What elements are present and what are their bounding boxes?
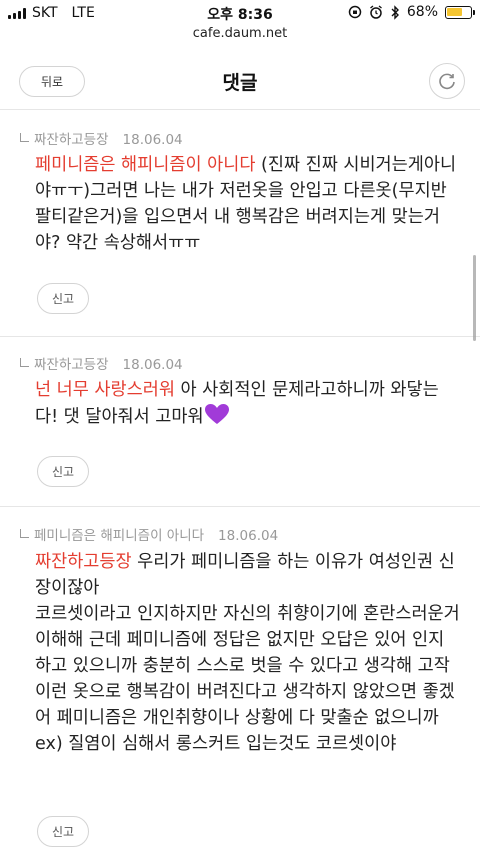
status-right: 68% (348, 4, 475, 20)
comment-meta: 짜잔하고등장 18.06.04 (20, 353, 183, 373)
comment-date: 18.06.04 (122, 132, 183, 148)
comment-body: 페미니즘은 해피니즘이 아니다 (진짜 진짜 시비거는게아니야ㅠㅜ)그러면 나는… (35, 152, 460, 256)
comment-author[interactable]: 페미니즘은 해피니즘이 아니다 (34, 528, 204, 544)
status-bar: SKT LTE 오후 8:36 68% (0, 0, 480, 26)
comment-body: 넌 너무 사랑스러워 아 사회적인 문제라고하니까 와닿는다! 댓 달아줘서 고… (35, 377, 460, 430)
report-button[interactable]: 신고 (37, 283, 89, 314)
comment-author[interactable]: 짜잔하고등장 (34, 357, 109, 373)
alarm-icon (369, 5, 382, 19)
battery-fill (447, 7, 462, 16)
comment-first-line: 짜잔하고등장 우리가 페미니즘을 하는 이유가 여성인권 신장이잖아 (35, 549, 460, 601)
comment-paragraph: 코르셋이라고 인지하지만 자신의 취향이기에 혼란스러운거 이해해 근데 페미니… (35, 604, 460, 728)
refresh-icon (439, 73, 455, 90)
comment-meta: 짜잔하고등장 18.06.04 (20, 128, 183, 148)
comment-meta: 페미니즘은 해피니즘이 아니다 18.06.04 (20, 524, 278, 544)
comment-date: 18.06.04 (122, 357, 183, 373)
comment-body: 짜잔하고등장 우리가 페미니즘을 하는 이유가 여성인권 신장이잖아 코르셋이라… (35, 549, 460, 757)
mention-link[interactable]: 페미니즘은 해피니즘이 아니다 (35, 155, 255, 175)
refresh-button[interactable] (429, 63, 465, 99)
comment-item: 짜잔하고등장 18.06.04 넌 너무 사랑스러워 아 사회적인 문제라고하니까… (0, 337, 480, 507)
report-button[interactable]: 신고 (37, 456, 89, 487)
battery-percent: 68% (406, 4, 438, 20)
comment-paragraph: ex) 질염이 심해서 롱스커트 입는것도 코르셋이야 (35, 734, 397, 754)
bluetooth-icon (391, 4, 399, 20)
battery-icon (445, 5, 475, 19)
reply-corner-icon (20, 529, 29, 538)
comment-author[interactable]: 짜잔하고등장 (34, 132, 109, 148)
page-title: 댓글 (222, 72, 258, 94)
comment-date: 18.06.04 (218, 528, 279, 544)
comment-item: 페미니즘은 해피니즘이 아니다 18.06.04 짜잔하고등장 우리가 페미니즘을… (0, 507, 480, 855)
report-button[interactable]: 신고 (37, 816, 89, 847)
url-bar[interactable]: cafe.daum.net (0, 26, 480, 46)
scrollbar[interactable] (473, 255, 476, 341)
comment-item: 짜잔하고등장 18.06.04 페미니즘은 해피니즘이 아니다 (진짜 진짜 시비… (0, 111, 480, 337)
reply-corner-icon (20, 133, 29, 142)
purple-heart-icon (204, 404, 229, 424)
reply-corner-icon (20, 358, 29, 367)
mention-link[interactable]: 짜잔하고등장 (35, 552, 132, 572)
mention-link[interactable]: 넌 너무 사랑스러워 (35, 380, 175, 400)
orientation-lock-icon (348, 5, 362, 19)
header: 뒤로 댓글 (0, 52, 480, 110)
